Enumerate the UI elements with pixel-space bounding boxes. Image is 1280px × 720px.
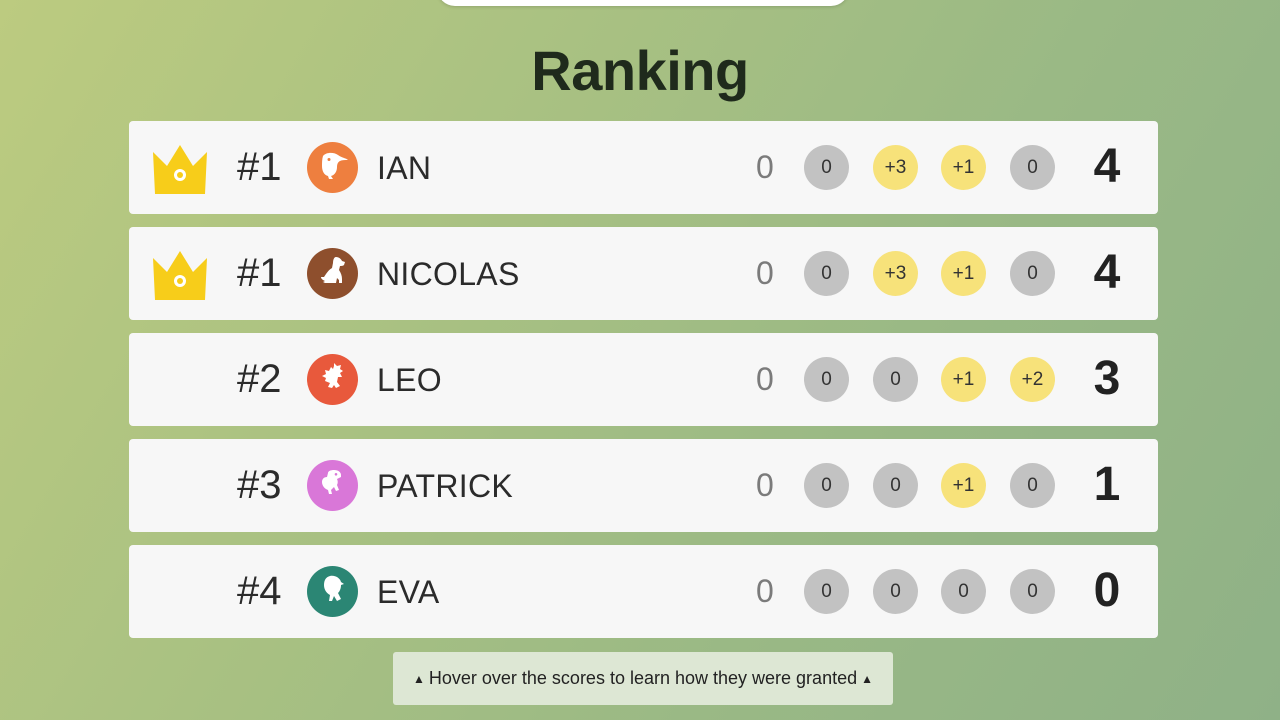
crown-icon xyxy=(151,142,209,194)
score-badge[interactable]: 0 xyxy=(1010,145,1055,190)
score-badge[interactable]: 0 xyxy=(941,569,986,614)
parrot-icon xyxy=(316,572,350,611)
score-badge[interactable]: 0 xyxy=(1010,251,1055,296)
total-score: 0 xyxy=(1093,564,1121,617)
score-badge[interactable]: +3 xyxy=(873,251,918,296)
toucan-icon xyxy=(316,148,350,187)
rank-label: #1 xyxy=(237,251,282,295)
score-badge[interactable]: +1 xyxy=(941,463,986,508)
player-avatar xyxy=(307,460,358,511)
score-badge[interactable]: 0 xyxy=(804,569,849,614)
ranking-row: #1 IAN 0 0 +3 +1 0 4 xyxy=(129,121,1158,214)
score-badge[interactable]: 0 xyxy=(873,569,918,614)
base-score: 0 xyxy=(756,361,774,397)
score-badge[interactable]: +1 xyxy=(941,251,986,296)
ranking-row: #2 LEO 0 0 0 +1 +2 3 xyxy=(129,333,1158,426)
player-name: LEO xyxy=(377,362,442,398)
player-name: PATRICK xyxy=(377,468,514,504)
player-avatar xyxy=(307,142,358,193)
score-badge[interactable]: 0 xyxy=(1010,569,1055,614)
score-hint-text: Hover over the scores to learn how they … xyxy=(428,668,858,688)
score-badge[interactable]: 0 xyxy=(1010,463,1055,508)
ranking-row: #1 NICOLAS 0 0 +3 +1 0 4 xyxy=(129,227,1158,320)
player-avatar xyxy=(307,566,358,617)
total-score: 1 xyxy=(1093,458,1121,511)
player-name: IAN xyxy=(377,150,432,186)
triangle-up-icon: ▲ xyxy=(412,671,425,686)
score-badge[interactable]: 0 xyxy=(804,357,849,402)
score-badge[interactable]: 0 xyxy=(804,251,849,296)
base-score: 0 xyxy=(756,149,774,185)
dinosaur-icon xyxy=(316,466,350,505)
player-avatar xyxy=(307,354,358,405)
base-score: 0 xyxy=(756,255,774,291)
base-score: 0 xyxy=(756,467,774,503)
score-hint: ▲ Hover over the scores to learn how the… xyxy=(393,652,893,705)
score-badge[interactable]: 0 xyxy=(873,463,918,508)
total-score: 4 xyxy=(1093,246,1121,299)
score-badge[interactable]: +1 xyxy=(941,145,986,190)
total-score: 3 xyxy=(1093,352,1121,405)
dragon-icon xyxy=(316,360,350,399)
rank-label: #2 xyxy=(237,357,282,401)
score-badge[interactable]: 0 xyxy=(804,463,849,508)
ranking-list: #1 IAN 0 0 +3 +1 0 4 #1 NICOLAS 0 0 +3 +1 0 4 #2 LEO 0 0 0 +1… xyxy=(129,121,1158,651)
rank-label: #1 xyxy=(237,145,282,189)
rank-label: #3 xyxy=(237,463,282,507)
score-badge[interactable]: 0 xyxy=(873,357,918,402)
top-panel xyxy=(437,0,849,6)
score-badge[interactable]: +3 xyxy=(873,145,918,190)
ranking-row: #4 EVA 0 0 0 0 0 0 xyxy=(129,545,1158,638)
player-name: EVA xyxy=(377,574,440,610)
base-score: 0 xyxy=(756,573,774,609)
triangle-up-icon: ▲ xyxy=(861,671,873,686)
dog-icon xyxy=(316,254,350,293)
player-avatar xyxy=(307,248,358,299)
score-badge[interactable]: +2 xyxy=(1010,357,1055,402)
ranking-row: #3 PATRICK 0 0 0 +1 0 1 xyxy=(129,439,1158,532)
crown-icon xyxy=(151,248,209,300)
total-score: 4 xyxy=(1093,140,1121,193)
page-title: Ranking xyxy=(531,39,749,102)
player-name: NICOLAS xyxy=(377,256,520,292)
score-badge[interactable]: +1 xyxy=(941,357,986,402)
score-badge[interactable]: 0 xyxy=(804,145,849,190)
rank-label: #4 xyxy=(237,569,282,613)
